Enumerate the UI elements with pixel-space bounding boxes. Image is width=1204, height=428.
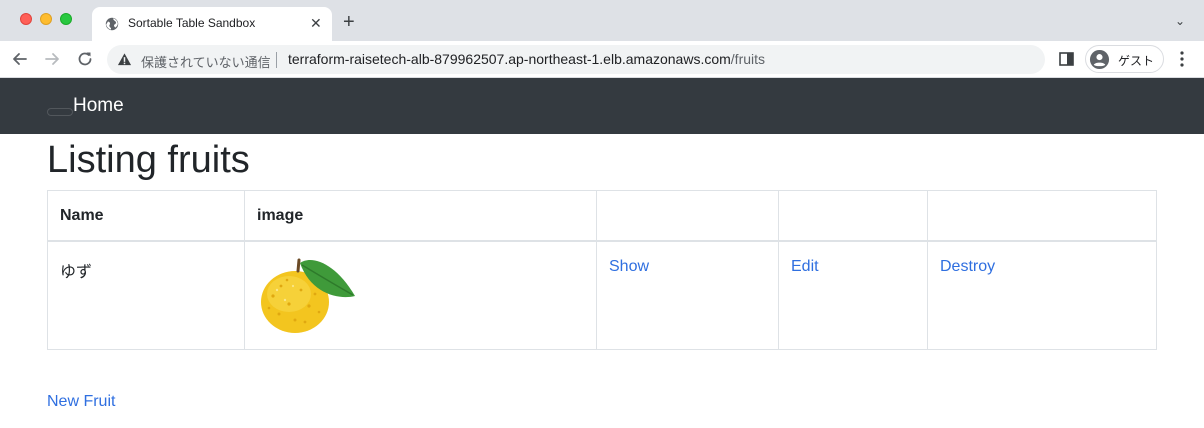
header-destroy xyxy=(927,190,1157,242)
profile-button[interactable]: ゲスト xyxy=(1085,45,1164,73)
destroy-link[interactable]: Destroy xyxy=(940,258,995,275)
guest-avatar-icon xyxy=(1089,49,1110,70)
side-panel-icon[interactable] xyxy=(1059,52,1074,66)
header-edit xyxy=(778,190,928,242)
fruit-image-cell xyxy=(244,240,597,350)
yuzu-fruit-image xyxy=(261,258,355,333)
new-fruit-link[interactable]: New Fruit xyxy=(47,393,115,411)
address-separator xyxy=(276,52,277,68)
browser-tab-active[interactable]: Sortable Table Sandbox ✕ xyxy=(92,7,332,41)
reload-icon[interactable] xyxy=(75,49,95,69)
navbar-toggler-button[interactable] xyxy=(47,108,73,116)
edit-cell: Edit xyxy=(778,240,928,350)
warning-icon xyxy=(117,53,132,66)
browser-toolbar: 保護されていない通信 terraform-raisetech-alb-87996… xyxy=(0,41,1204,78)
tab-search-chevron-icon[interactable]: ⌄ xyxy=(1175,14,1185,28)
header-name: Name xyxy=(47,190,245,242)
tab-title: Sortable Table Sandbox xyxy=(128,16,256,30)
security-status-text[interactable]: 保護されていない通信 xyxy=(141,52,271,71)
header-image: image xyxy=(244,190,597,242)
site-navbar: Home xyxy=(0,78,1204,134)
header-show xyxy=(596,190,779,242)
profile-label: ゲスト xyxy=(1118,54,1155,68)
browser-tab-strip: Sortable Table Sandbox ✕ + ⌄ xyxy=(0,0,1204,41)
fruit-name-cell: ゆず xyxy=(47,240,245,350)
more-menu-icon[interactable] xyxy=(1180,51,1184,67)
page-title: Listing fruits xyxy=(47,139,250,181)
table-row: ゆず Show Edit Destroy xyxy=(47,240,1157,350)
zoom-window-button[interactable] xyxy=(60,13,72,25)
fruits-table: Name image ゆず Show Edit Destroy xyxy=(47,190,1157,350)
tab-close-icon[interactable]: ✕ xyxy=(310,16,322,30)
destroy-cell: Destroy xyxy=(927,240,1157,350)
show-cell: Show xyxy=(596,240,779,350)
back-arrow-icon[interactable] xyxy=(10,49,30,69)
show-link[interactable]: Show xyxy=(609,258,649,275)
globe-icon xyxy=(105,17,119,31)
address-bar[interactable]: 保護されていない通信 terraform-raisetech-alb-87996… xyxy=(107,45,1045,74)
url-path: /fruits xyxy=(730,51,766,67)
close-window-button[interactable] xyxy=(20,13,32,25)
minimize-window-button[interactable] xyxy=(40,13,52,25)
home-link[interactable]: Home xyxy=(73,95,124,117)
url-host: terraform-raisetech-alb-879962507.ap-nor… xyxy=(288,51,731,67)
new-tab-button[interactable]: + xyxy=(343,12,355,32)
edit-link[interactable]: Edit xyxy=(791,258,819,275)
forward-arrow-icon[interactable] xyxy=(42,49,62,69)
table-header-row: Name image xyxy=(47,190,1157,242)
url-text[interactable]: terraform-raisetech-alb-879962507.ap-nor… xyxy=(288,51,765,67)
